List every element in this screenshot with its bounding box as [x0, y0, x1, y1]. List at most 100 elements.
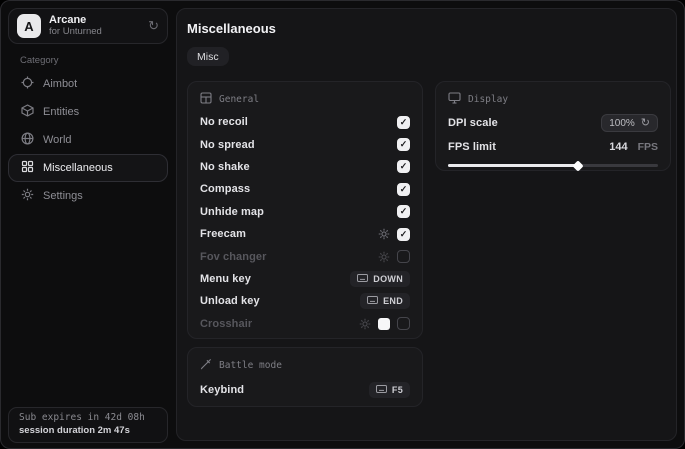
row-label: No recoil: [200, 116, 248, 128]
unhide-map-checkbox[interactable]: ✓: [397, 205, 410, 218]
compass-checkbox[interactable]: ✓: [397, 183, 410, 196]
sidebar-item-miscellaneous[interactable]: Miscellaneous: [8, 154, 168, 182]
page-title: Miscellaneous: [187, 21, 276, 36]
reset-icon[interactable]: ↻: [641, 118, 650, 129]
row-label: Keybind: [200, 384, 244, 396]
fps-limit-unit: FPS: [638, 141, 658, 153]
fps-limit-slider[interactable]: [448, 164, 658, 167]
app-name: Arcane: [49, 14, 140, 26]
row-fov-changer: Fov changer ✓: [200, 245, 410, 267]
refresh-icon[interactable]: ↻: [148, 18, 159, 34]
battle-mode-header: Battle mode: [200, 357, 410, 373]
sidebar-item-settings[interactable]: Settings: [8, 182, 168, 210]
app-window: A Arcane for Unturned ↻ Category Aimbot: [0, 0, 685, 449]
freecam-settings-gear-icon[interactable]: [378, 228, 390, 240]
row-crosshair: Crosshair ✓: [200, 313, 410, 335]
row-label: Crosshair: [200, 318, 252, 330]
crosshair-color-swatch[interactable]: [378, 318, 390, 330]
brand-card: A Arcane for Unturned ↻: [8, 8, 168, 44]
no-recoil-checkbox[interactable]: ✓: [397, 116, 410, 129]
row-no-recoil: No recoil ✓: [200, 111, 410, 133]
subscription-card: Sub expires in 42d 08h session duration …: [8, 407, 168, 443]
no-spread-checkbox[interactable]: ✓: [397, 138, 410, 151]
gear-icon: [21, 188, 34, 204]
main-panel: Miscellaneous Misc General No recoil ✓ N…: [176, 8, 677, 441]
row-label: No shake: [200, 161, 250, 173]
row-label: DPI scale: [448, 117, 498, 129]
entities-icon: [21, 104, 34, 120]
check-icon: ✓: [400, 162, 408, 171]
slider-fill: [448, 164, 578, 167]
sidebar-item-label: Settings: [43, 190, 83, 202]
row-label: Unload key: [200, 295, 260, 307]
globe-icon: [21, 132, 34, 148]
sidebar-item-label: Miscellaneous: [43, 162, 113, 174]
grid-icon: [21, 160, 34, 176]
row-label: Menu key: [200, 273, 251, 285]
layout-grid-icon: [200, 92, 212, 107]
check-icon: ✓: [400, 140, 408, 149]
row-dpi-scale: DPI scale 100% ↻: [448, 111, 658, 135]
freecam-checkbox[interactable]: ✓: [397, 228, 410, 241]
check-icon: ✓: [400, 207, 408, 216]
row-menu-key: Menu key DOWN: [200, 268, 410, 290]
row-no-spread: No spread ✓: [200, 133, 410, 155]
sidebar-item-entities[interactable]: Entities: [8, 98, 168, 126]
row-no-shake: No shake ✓: [200, 156, 410, 178]
row-label: No spread: [200, 139, 255, 151]
row-label: Fov changer: [200, 251, 267, 263]
key-label: DOWN: [373, 274, 403, 284]
fov-settings-gear-icon[interactable]: [378, 251, 390, 263]
unload-key-binding[interactable]: END: [360, 293, 410, 309]
no-shake-checkbox[interactable]: ✓: [397, 160, 410, 173]
row-label: FPS limit: [448, 141, 496, 153]
display-header: Display: [448, 91, 658, 107]
general-title: General: [219, 94, 259, 105]
app-subtitle: for Unturned: [49, 27, 140, 37]
category-label: Category: [20, 55, 59, 66]
check-icon: ✓: [400, 230, 408, 239]
sidebar-nav: Aimbot Entities World: [8, 70, 168, 210]
crosshair-checkbox[interactable]: ✓: [397, 317, 410, 330]
row-fps-limit: FPS limit 144 FPS: [448, 137, 658, 157]
display-section: Display DPI scale 100% ↻ FPS limit 144FP…: [435, 81, 671, 171]
row-label: Unhide map: [200, 206, 264, 218]
key-label: END: [383, 296, 403, 306]
dpi-scale-input[interactable]: 100% ↻: [601, 114, 658, 132]
keyboard-icon: [367, 296, 378, 306]
crosshair-icon: [21, 76, 34, 92]
row-label: Freecam: [200, 228, 246, 240]
fps-limit-value: 144: [609, 141, 627, 153]
sidebar-item-aimbot[interactable]: Aimbot: [8, 70, 168, 98]
row-compass: Compass ✓: [200, 178, 410, 200]
crosshair-settings-gear-icon[interactable]: [359, 318, 371, 330]
keyboard-icon: [357, 274, 368, 284]
sidebar-item-world[interactable]: World: [8, 126, 168, 154]
menu-key-binding[interactable]: DOWN: [350, 271, 410, 287]
check-icon: ✓: [400, 185, 408, 194]
session-duration-text: session duration 2m 47s: [19, 425, 157, 436]
sub-expires-text: Sub expires in 42d 08h: [19, 412, 157, 423]
app-logo: A: [17, 14, 41, 38]
tab-misc[interactable]: Misc: [187, 47, 229, 66]
key-label: F5: [392, 385, 403, 395]
slider-thumb[interactable]: [573, 160, 584, 171]
check-icon: ✓: [400, 118, 408, 127]
sidebar: A Arcane for Unturned ↻ Category Aimbot: [0, 0, 176, 449]
display-title: Display: [468, 94, 508, 105]
general-section: General No recoil ✓ No spread ✓ No shake…: [187, 81, 423, 339]
general-header: General: [200, 91, 410, 107]
row-unload-key: Unload key END: [200, 290, 410, 312]
fov-changer-checkbox[interactable]: ✓: [397, 250, 410, 263]
row-unhide-map: Unhide map ✓: [200, 201, 410, 223]
battle-mode-section: Battle mode Keybind F5: [187, 347, 423, 407]
battle-mode-icon: [200, 358, 212, 373]
monitor-icon: [448, 92, 461, 107]
row-keybind: Keybind F5: [200, 379, 410, 401]
row-freecam: Freecam ✓: [200, 223, 410, 245]
sidebar-item-label: World: [43, 134, 72, 146]
battle-keybind-binding[interactable]: F5: [369, 382, 410, 398]
sidebar-item-label: Entities: [43, 106, 79, 118]
dpi-scale-value: 100%: [609, 118, 635, 129]
battle-mode-title: Battle mode: [219, 360, 282, 371]
